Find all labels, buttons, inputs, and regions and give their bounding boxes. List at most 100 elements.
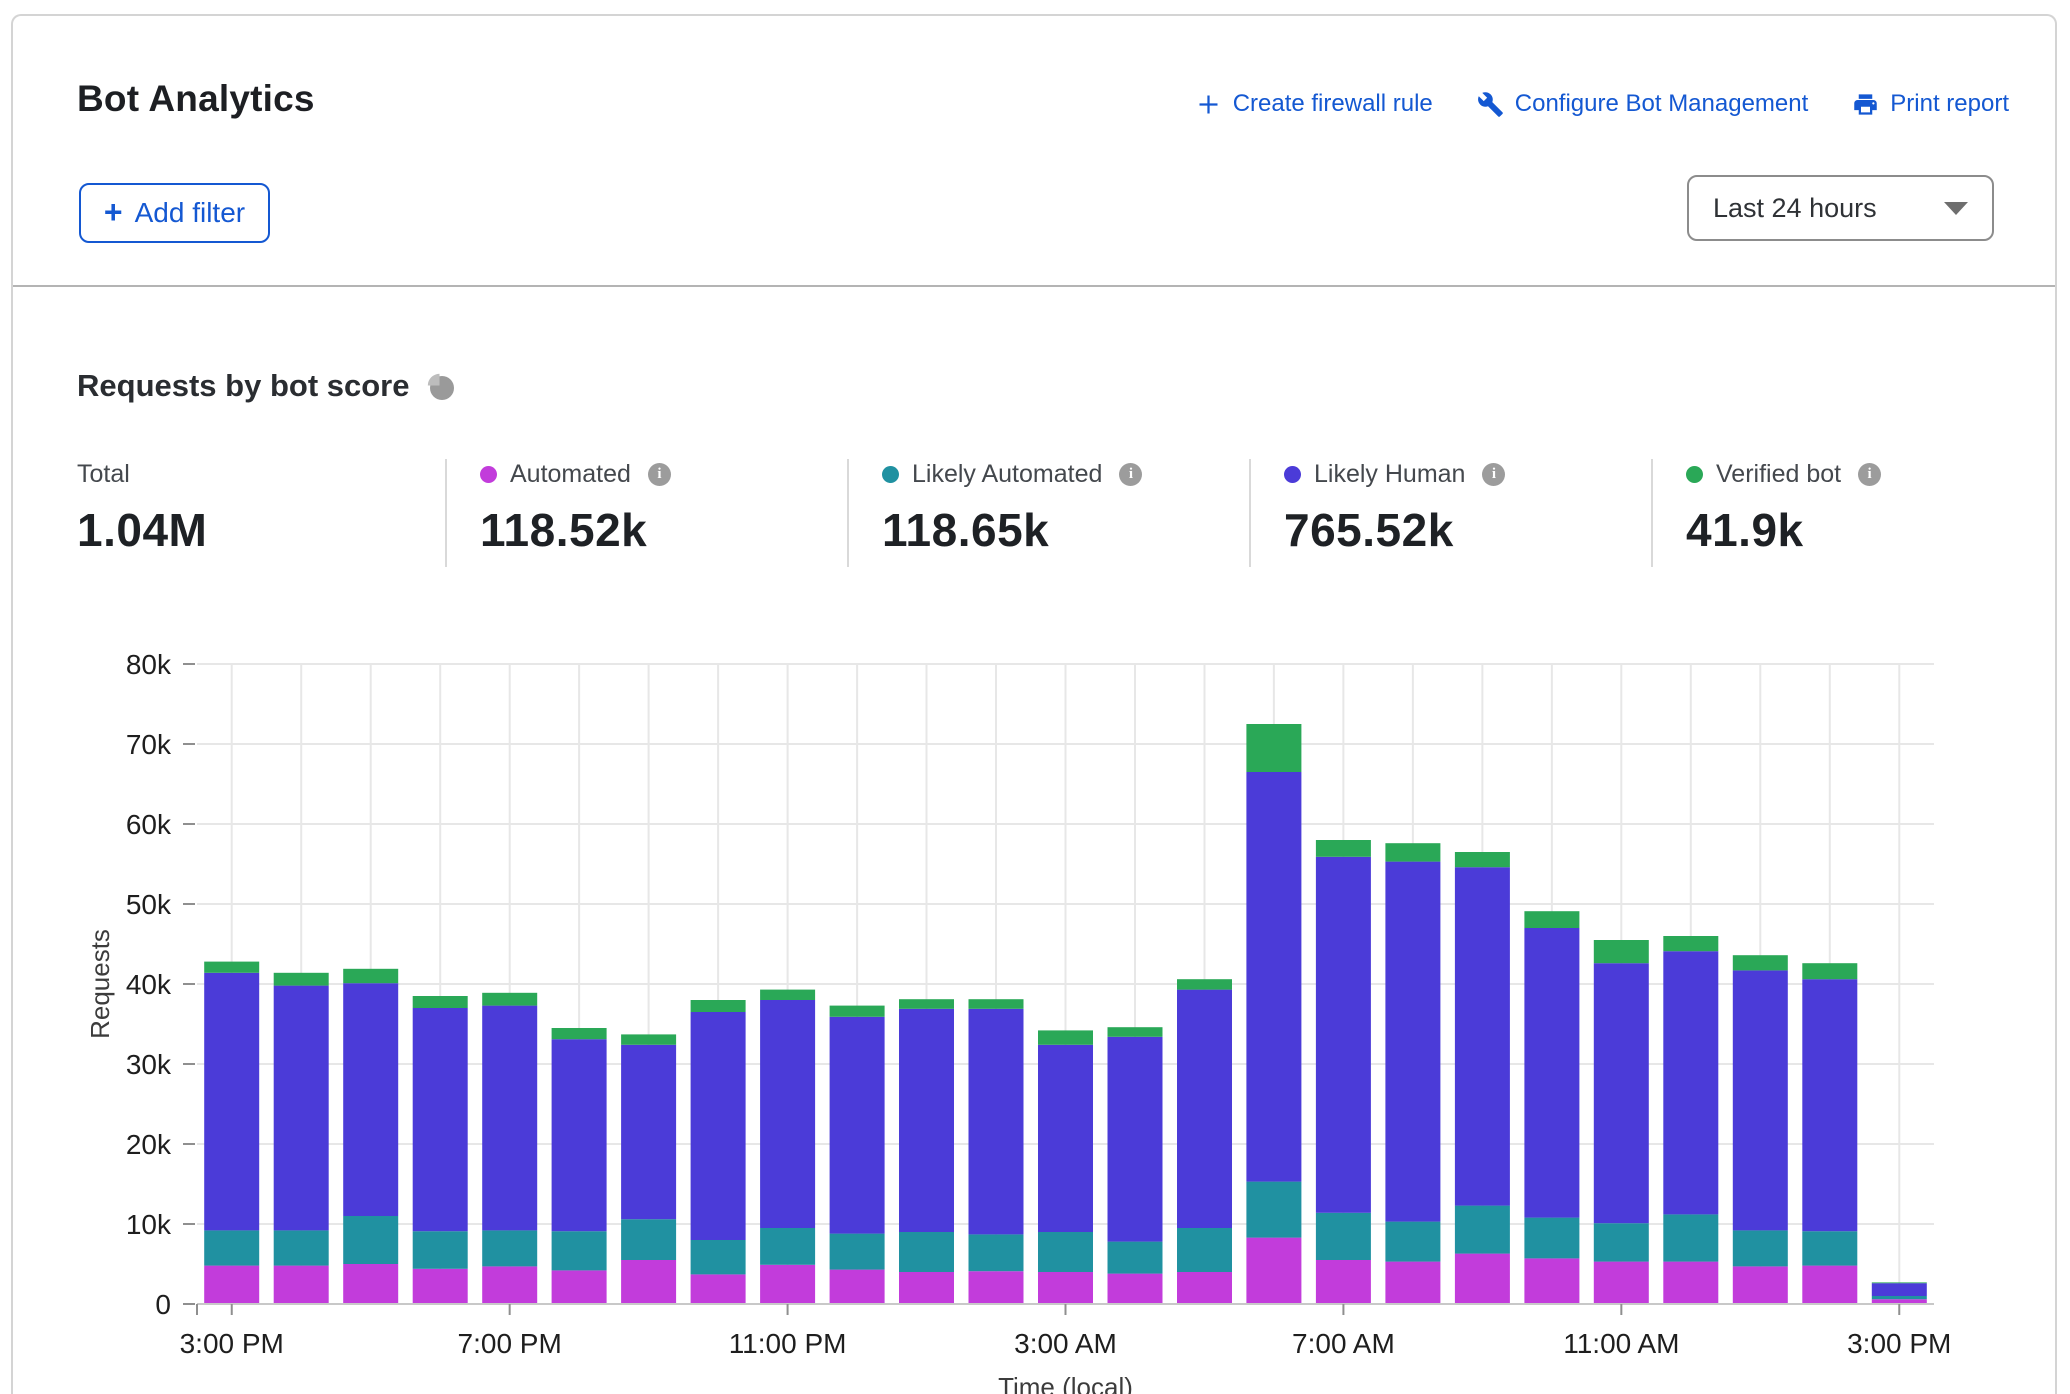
bar-segment-verified-bot-23[interactable]	[1802, 963, 1857, 979]
bar-segment-automated-9[interactable]	[830, 1270, 885, 1304]
bar-segment-likely-automated-13[interactable]	[1108, 1242, 1163, 1274]
bar-segment-automated-0[interactable]	[204, 1266, 259, 1304]
bar-segment-verified-bot-16[interactable]	[1316, 840, 1371, 857]
bar-segment-automated-15[interactable]	[1246, 1238, 1301, 1304]
bar-segment-likely-automated-7[interactable]	[691, 1240, 746, 1274]
bar-segment-likely-automated-9[interactable]	[830, 1234, 885, 1270]
bar-segment-automated-22[interactable]	[1733, 1266, 1788, 1304]
bar-segment-likely-human-19[interactable]	[1524, 928, 1579, 1218]
bar-segment-verified-bot-6[interactable]	[621, 1034, 676, 1044]
bar-segment-verified-bot-4[interactable]	[482, 993, 537, 1006]
action-print-report[interactable]: Print report	[1852, 90, 2009, 118]
bar-segment-likely-automated-12[interactable]	[1038, 1232, 1093, 1272]
bar-segment-likely-human-5[interactable]	[552, 1039, 607, 1231]
bar-segment-likely-automated-15[interactable]	[1246, 1182, 1301, 1238]
bar-segment-automated-16[interactable]	[1316, 1260, 1371, 1304]
bar-segment-likely-human-22[interactable]	[1733, 970, 1788, 1230]
bar-segment-likely-automated-4[interactable]	[482, 1230, 537, 1266]
bar-segment-likely-automated-23[interactable]	[1802, 1231, 1857, 1265]
bar-segment-likely-human-9[interactable]	[830, 1017, 885, 1234]
bar-segment-likely-automated-6[interactable]	[621, 1219, 676, 1260]
bar-segment-likely-human-1[interactable]	[274, 986, 329, 1231]
bar-segment-likely-human-18[interactable]	[1455, 867, 1510, 1205]
info-icon[interactable]: i	[1482, 463, 1505, 486]
bar-segment-likely-automated-21[interactable]	[1663, 1214, 1718, 1261]
bar-segment-likely-human-11[interactable]	[969, 1009, 1024, 1235]
bar-segment-verified-bot-11[interactable]	[969, 999, 1024, 1009]
bar-segment-likely-human-14[interactable]	[1177, 990, 1232, 1228]
bar-segment-automated-7[interactable]	[691, 1274, 746, 1304]
bar-segment-likely-automated-8[interactable]	[760, 1228, 815, 1265]
bar-segment-likely-automated-10[interactable]	[899, 1232, 954, 1272]
bar-segment-likely-automated-2[interactable]	[343, 1216, 398, 1264]
info-icon[interactable]: i	[1119, 463, 1142, 486]
bar-segment-automated-21[interactable]	[1663, 1262, 1718, 1304]
bar-segment-automated-12[interactable]	[1038, 1272, 1093, 1304]
bar-segment-automated-14[interactable]	[1177, 1272, 1232, 1304]
bar-segment-automated-2[interactable]	[343, 1264, 398, 1304]
bar-segment-likely-human-3[interactable]	[413, 1008, 468, 1231]
bar-segment-likely-human-21[interactable]	[1663, 951, 1718, 1214]
bar-segment-likely-human-24[interactable]	[1872, 1283, 1927, 1296]
bar-segment-automated-19[interactable]	[1524, 1258, 1579, 1304]
bar-segment-verified-bot-18[interactable]	[1455, 852, 1510, 867]
bar-segment-verified-bot-10[interactable]	[899, 999, 954, 1009]
bar-segment-verified-bot-0[interactable]	[204, 962, 259, 973]
time-range-select[interactable]: Last 24 hours	[1687, 175, 1994, 241]
bar-segment-automated-4[interactable]	[482, 1266, 537, 1304]
info-icon[interactable]: i	[648, 463, 671, 486]
bar-segment-automated-20[interactable]	[1594, 1262, 1649, 1304]
bar-segment-likely-automated-14[interactable]	[1177, 1228, 1232, 1272]
bar-segment-likely-automated-17[interactable]	[1385, 1222, 1440, 1262]
add-filter-button[interactable]: + Add filter	[79, 183, 270, 243]
bar-segment-likely-automated-24[interactable]	[1872, 1296, 1927, 1299]
bar-segment-likely-human-7[interactable]	[691, 1012, 746, 1240]
bar-segment-likely-human-13[interactable]	[1108, 1037, 1163, 1242]
bar-segment-automated-11[interactable]	[969, 1271, 1024, 1304]
bar-segment-automated-3[interactable]	[413, 1269, 468, 1304]
bar-segment-likely-human-2[interactable]	[343, 983, 398, 1216]
action-create-firewall-rule[interactable]: Create firewall rule	[1195, 90, 1433, 118]
bar-segment-likely-automated-5[interactable]	[552, 1231, 607, 1270]
bar-segment-verified-bot-9[interactable]	[830, 1006, 885, 1017]
bar-segment-likely-automated-22[interactable]	[1733, 1230, 1788, 1266]
bar-segment-likely-human-20[interactable]	[1594, 963, 1649, 1223]
bar-segment-verified-bot-7[interactable]	[691, 1000, 746, 1012]
bar-segment-likely-automated-3[interactable]	[413, 1231, 468, 1269]
bar-segment-likely-human-4[interactable]	[482, 1006, 537, 1231]
bar-segment-automated-13[interactable]	[1108, 1274, 1163, 1304]
bar-segment-likely-automated-18[interactable]	[1455, 1206, 1510, 1254]
bar-segment-verified-bot-13[interactable]	[1108, 1027, 1163, 1037]
bar-segment-verified-bot-14[interactable]	[1177, 979, 1232, 989]
info-icon[interactable]: i	[1858, 463, 1881, 486]
bar-segment-verified-bot-21[interactable]	[1663, 936, 1718, 951]
bar-segment-automated-1[interactable]	[274, 1266, 329, 1304]
bar-segment-verified-bot-12[interactable]	[1038, 1030, 1093, 1044]
bar-segment-automated-10[interactable]	[899, 1272, 954, 1304]
bar-segment-likely-human-17[interactable]	[1385, 862, 1440, 1222]
bar-segment-automated-5[interactable]	[552, 1270, 607, 1304]
bar-segment-likely-human-16[interactable]	[1316, 857, 1371, 1213]
bar-segment-automated-18[interactable]	[1455, 1254, 1510, 1304]
bar-segment-verified-bot-2[interactable]	[343, 969, 398, 983]
bar-segment-verified-bot-8[interactable]	[760, 990, 815, 1000]
bar-segment-likely-human-23[interactable]	[1802, 979, 1857, 1231]
bar-segment-automated-23[interactable]	[1802, 1266, 1857, 1304]
bar-segment-likely-automated-0[interactable]	[204, 1230, 259, 1265]
bar-segment-verified-bot-19[interactable]	[1524, 911, 1579, 928]
bar-segment-likely-human-8[interactable]	[760, 1000, 815, 1228]
bar-segment-verified-bot-20[interactable]	[1594, 940, 1649, 963]
bar-segment-likely-automated-11[interactable]	[969, 1234, 1024, 1271]
bar-segment-likely-human-15[interactable]	[1246, 772, 1301, 1182]
bar-segment-likely-human-10[interactable]	[899, 1009, 954, 1232]
bar-segment-likely-automated-16[interactable]	[1316, 1213, 1371, 1260]
bar-segment-automated-8[interactable]	[760, 1265, 815, 1304]
bar-segment-likely-automated-20[interactable]	[1594, 1223, 1649, 1261]
bar-segment-likely-automated-19[interactable]	[1524, 1218, 1579, 1259]
bar-segment-likely-human-6[interactable]	[621, 1045, 676, 1219]
bar-segment-verified-bot-1[interactable]	[274, 973, 329, 986]
bar-segment-automated-6[interactable]	[621, 1260, 676, 1304]
action-configure-bot-management[interactable]: Configure Bot Management	[1477, 90, 1809, 118]
bar-segment-likely-human-12[interactable]	[1038, 1045, 1093, 1232]
bar-segment-likely-automated-1[interactable]	[274, 1230, 329, 1265]
